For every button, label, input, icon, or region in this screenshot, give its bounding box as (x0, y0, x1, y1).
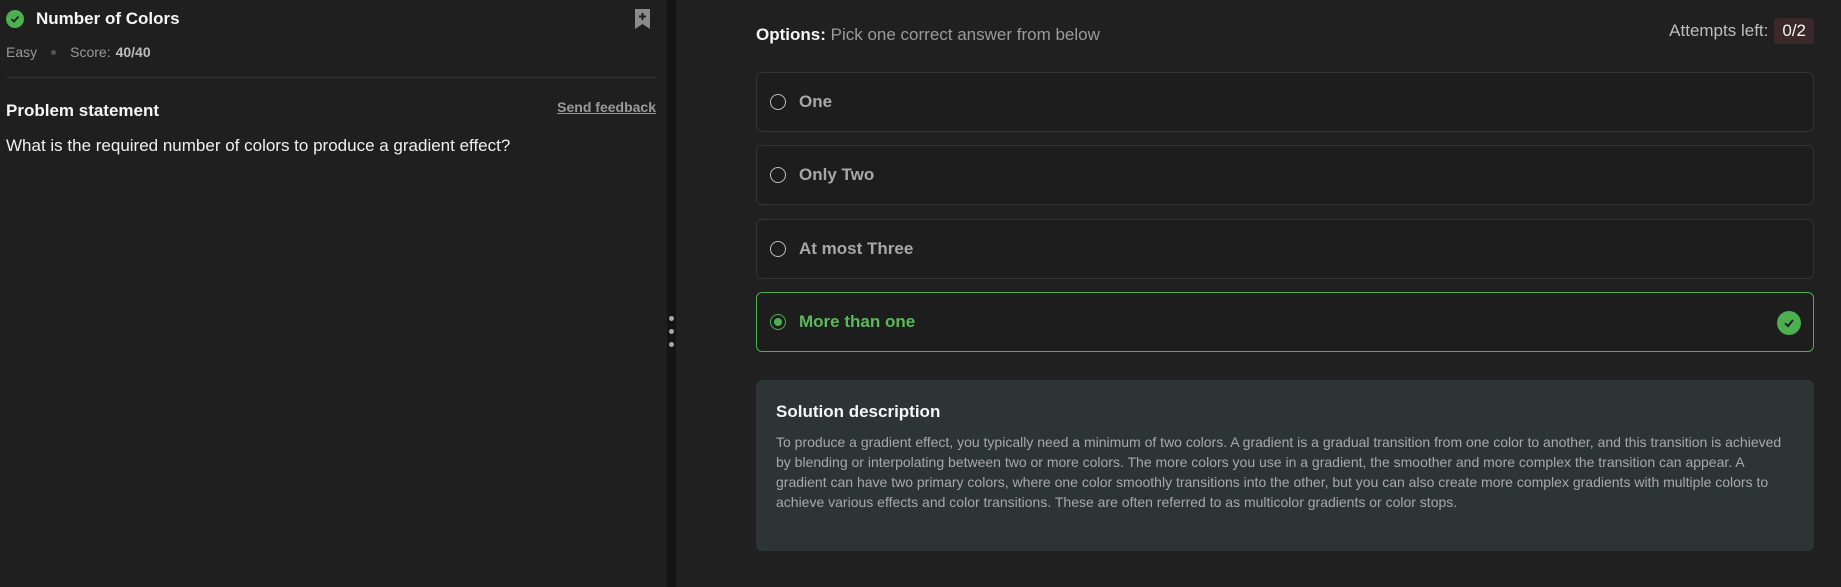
attempts-badge: 0/2 (1774, 18, 1814, 44)
option-only-two[interactable]: Only Two (756, 145, 1814, 205)
option-label: At most Three (799, 239, 914, 258)
drag-handle-icon[interactable] (669, 316, 674, 356)
option-label: One (799, 92, 833, 111)
problem-title-row: Number of Colors (6, 9, 180, 29)
problem-statement-text: What is the required number of colors to… (6, 136, 511, 155)
separator-dot (51, 49, 57, 55)
answer-panel: Options: Pick one correct answer from be… (676, 0, 1841, 587)
solution-box: Solution description To produce a gradie… (756, 380, 1814, 551)
option-more-than-one[interactable]: More than one (756, 292, 1814, 352)
radio-icon[interactable] (770, 94, 786, 110)
score-value: 40/40 (115, 44, 151, 60)
options-header: Options: Pick one correct answer from be… (756, 25, 1100, 45)
radio-icon[interactable] (770, 167, 786, 183)
divider-line (6, 77, 656, 78)
solution-heading: Solution description (776, 402, 941, 421)
difficulty-label: Easy (6, 44, 38, 60)
problem-meta: Easy Score: 40/40 (6, 44, 151, 60)
problem-panel: Number of Colors Easy Score: 40/40 Probl… (0, 0, 667, 587)
radio-selected-icon[interactable] (770, 314, 786, 330)
attempts-label: Attempts left: (1669, 21, 1769, 40)
solution-text: To produce a gradient effect, you typica… (776, 434, 1782, 510)
attempts-indicator: Attempts left: 0/2 (1669, 18, 1814, 44)
correct-check-icon (1777, 311, 1801, 335)
score-label: Score: (70, 44, 111, 60)
radio-icon[interactable] (770, 241, 786, 257)
solved-check-icon (6, 10, 24, 28)
bookmark-add-icon[interactable] (633, 8, 652, 35)
send-feedback-link[interactable]: Send feedback (557, 99, 656, 115)
option-label: Only Two (799, 165, 875, 184)
problem-title: Number of Colors (36, 9, 180, 28)
option-label: More than one (799, 312, 916, 331)
options-heading: Options: (756, 25, 826, 44)
panel-splitter[interactable] (667, 0, 676, 587)
option-one[interactable]: One (756, 72, 1814, 132)
option-at-most-three[interactable]: At most Three (756, 219, 1814, 279)
problem-statement-heading: Problem statement (6, 101, 160, 120)
options-hint: Pick one correct answer from below (830, 25, 1100, 44)
